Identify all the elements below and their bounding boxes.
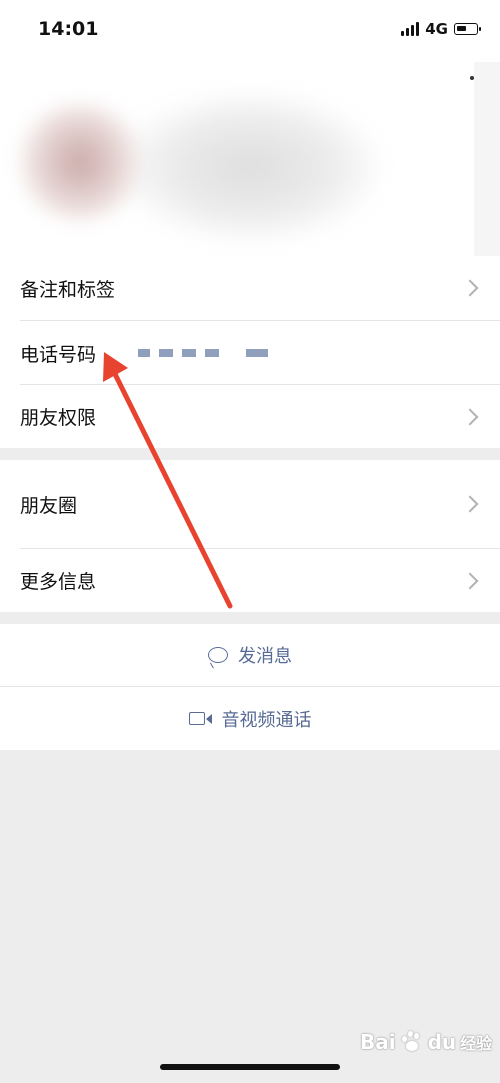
network-type: 4G — [425, 20, 448, 38]
send-message-label: 发消息 — [208, 642, 292, 668]
watermark-sub: 经验 — [460, 1034, 493, 1053]
row-more-info[interactable]: 更多信息 — [0, 549, 500, 612]
profile-header[interactable] — [0, 62, 500, 274]
chevron-right-icon — [461, 408, 479, 425]
baidu-watermark: Bai du 经验 — [360, 1030, 492, 1054]
status-indicators: 4G — [401, 20, 481, 38]
action-card: 发消息 音视频通话 — [0, 624, 500, 750]
row-label: 朋友权限 — [20, 407, 97, 429]
status-time: 14:01 — [38, 18, 99, 40]
row-label: 电话号码 — [20, 343, 97, 366]
chevron-right-icon — [461, 279, 479, 297]
paw-icon — [400, 1030, 424, 1054]
profile-info-blurred — [120, 92, 380, 242]
av-call-text: 音视频通话 — [221, 709, 312, 731]
row-phone[interactable]: 电话号码 — [0, 321, 500, 385]
chat-bubble-icon — [208, 647, 228, 663]
row-label: 备注和标签 — [20, 278, 116, 301]
battery-icon — [454, 23, 481, 35]
status-bar: 14:01 4G — [0, 0, 500, 62]
phone-number-masked — [138, 349, 268, 357]
send-message-button[interactable]: 发消息 — [0, 624, 500, 686]
avatar[interactable] — [10, 102, 150, 222]
send-message-text: 发消息 — [238, 646, 292, 667]
contact-info-card: 备注和标签 电话号码 朋友权限 — [0, 256, 500, 448]
row-label: 朋友圈 — [20, 494, 78, 517]
chevron-right-icon — [461, 495, 479, 513]
profile-edge — [474, 62, 500, 274]
av-call-button[interactable]: 音视频通话 — [0, 687, 500, 750]
watermark-brand-suffix: du — [427, 1030, 457, 1054]
more-dot-icon[interactable] — [470, 76, 474, 80]
video-camera-icon — [188, 712, 212, 725]
row-remarks-tags[interactable]: 备注和标签 — [0, 256, 500, 320]
row-label: 更多信息 — [20, 571, 97, 593]
chevron-right-icon — [461, 572, 479, 589]
signal-icon — [401, 22, 420, 36]
row-moments[interactable]: 朋友圈 — [0, 460, 500, 548]
watermark-brand: Bai — [360, 1030, 396, 1054]
home-indicator[interactable] — [160, 1064, 340, 1070]
row-friend-permissions[interactable]: 朋友权限 — [0, 385, 500, 448]
social-card: 朋友圈 更多信息 — [0, 460, 500, 612]
av-call-label: 音视频通话 — [188, 706, 312, 732]
